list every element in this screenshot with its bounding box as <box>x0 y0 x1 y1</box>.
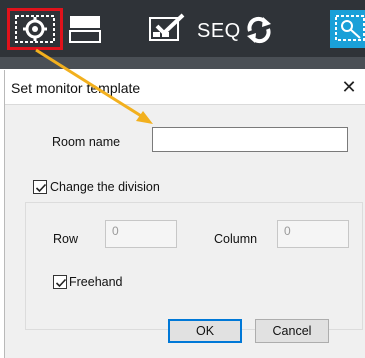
change-division-checkbox[interactable] <box>33 180 47 194</box>
column-input[interactable]: 0 <box>277 220 349 248</box>
top-toolbar: SEQ <box>0 0 365 69</box>
column-label: Column <box>214 232 258 246</box>
dialog-body: Room name Change the division Row 0 Colu… <box>5 104 365 358</box>
monitor-cut-icon <box>335 15 365 41</box>
close-icon[interactable]: ✕ <box>338 76 360 98</box>
grid-button[interactable] <box>147 12 187 46</box>
row-label: Row <box>53 232 79 246</box>
cancel-button[interactable]: Cancel <box>255 319 329 343</box>
layout-icon <box>69 16 101 43</box>
toolbar-strip <box>0 57 365 69</box>
room-name-input[interactable] <box>152 127 348 152</box>
room-name-label: Room name <box>52 135 121 149</box>
seq-label[interactable]: SEQ <box>197 20 241 43</box>
checkmark-icon <box>55 278 67 288</box>
settings-button[interactable] <box>7 8 63 50</box>
settings-gear-icon <box>15 15 55 43</box>
checkmark-icon <box>35 183 47 193</box>
freehand-checkbox[interactable] <box>53 275 67 289</box>
cycle-icon <box>247 16 271 44</box>
cycle-button[interactable] <box>244 15 274 45</box>
ok-button[interactable]: OK <box>168 319 242 343</box>
change-division-label: Change the division <box>50 180 160 194</box>
grid-check-icon <box>149 13 185 41</box>
layout-button[interactable] <box>68 12 102 46</box>
dialog-title: Set monitor template <box>11 80 141 96</box>
row-input[interactable]: 0 <box>105 220 177 248</box>
set-monitor-template-dialog: Set monitor template ✕ Room name Change … <box>4 70 365 358</box>
monitor-cut-button[interactable] <box>330 10 365 48</box>
freehand-label: Freehand <box>69 275 123 289</box>
